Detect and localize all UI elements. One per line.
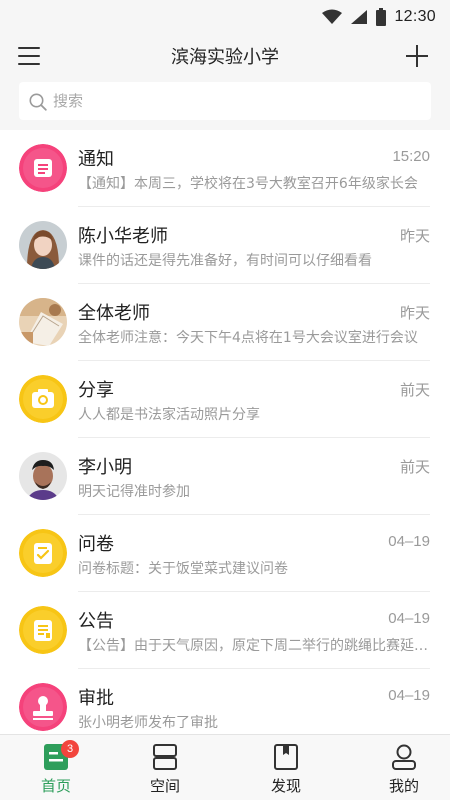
message-time: 04–19 bbox=[388, 610, 430, 627]
search-input[interactable] bbox=[53, 82, 423, 120]
avatar bbox=[19, 529, 67, 577]
message-name: 审批 bbox=[78, 688, 114, 709]
checklist-icon bbox=[19, 529, 67, 577]
signal-icon bbox=[351, 10, 368, 24]
avatar bbox=[19, 221, 67, 269]
avatar bbox=[19, 298, 67, 346]
stamp-icon bbox=[19, 683, 67, 731]
header-row: 滨海实验小学 bbox=[0, 34, 450, 78]
avatar bbox=[19, 606, 67, 654]
message-preview: 明天记得准时参加 bbox=[78, 484, 190, 500]
announcement-icon bbox=[19, 606, 67, 654]
status-bar: 12:30 bbox=[0, 0, 450, 34]
message-preview: 问卷标题：关于饭堂菜式建议问卷 bbox=[78, 561, 288, 577]
message-name: 通知 bbox=[78, 149, 114, 170]
list-item[interactable]: 审批 04–19 张小明老师发布了审批 bbox=[0, 669, 450, 734]
message-list: 通知 15:20 【通知】本周三，学校将在3号大教室召开6年级家长会 陈小华老师… bbox=[0, 130, 450, 734]
tab-label: 我的 bbox=[388, 777, 419, 795]
tab-label: 发现 bbox=[270, 777, 301, 795]
message-preview: 张小明老师发布了审批 bbox=[78, 715, 218, 731]
list-item[interactable]: 问卷 04–19 问卷标题：关于饭堂菜式建议问卷 bbox=[0, 515, 450, 592]
battery-icon bbox=[376, 8, 387, 26]
message-time: 前天 bbox=[399, 459, 430, 476]
profile-icon bbox=[392, 744, 416, 770]
user-photo-icon bbox=[19, 221, 67, 269]
message-name: 分享 bbox=[78, 380, 114, 401]
message-preview: 【公告】由于天气原因，原定下周二举行的跳绳比赛延期举行 bbox=[78, 638, 430, 654]
message-time: 昨天 bbox=[399, 305, 430, 322]
message-name: 问卷 bbox=[78, 534, 114, 555]
list-item[interactable]: 通知 15:20 【通知】本周三，学校将在3号大教室召开6年级家长会 bbox=[0, 130, 450, 207]
tab-label: 首页 bbox=[40, 777, 71, 795]
list-item[interactable]: 公告 04–19 【公告】由于天气原因，原定下周二举行的跳绳比赛延期举行 bbox=[0, 592, 450, 669]
add-button[interactable] bbox=[404, 43, 430, 69]
header: 滨海实验小学 bbox=[0, 34, 450, 130]
status-icons: 12:30 bbox=[322, 6, 436, 28]
message-time: 15:20 bbox=[392, 148, 430, 165]
document-icon bbox=[19, 144, 67, 192]
message-preview: 全体老师注意：今天下午4点将在1号大会议室进行会议 bbox=[78, 330, 418, 346]
message-preview: 人人都是书法家活动照片分享 bbox=[78, 407, 260, 423]
search-icon bbox=[29, 93, 47, 111]
tab-profile[interactable]: 我的 bbox=[348, 735, 450, 800]
discover-icon bbox=[274, 744, 298, 770]
camera-icon bbox=[19, 375, 67, 423]
message-time: 04–19 bbox=[388, 533, 430, 550]
list-item[interactable]: 李小明 前天 明天记得准时参加 bbox=[0, 438, 450, 515]
space-icon bbox=[153, 744, 177, 770]
message-time: 昨天 bbox=[399, 228, 430, 245]
avatar bbox=[19, 452, 67, 500]
group-photo-icon bbox=[19, 298, 67, 346]
bottom-nav: 3 首页 空间 发现 我的 bbox=[0, 734, 450, 800]
list-item[interactable]: 分享 前天 人人都是书法家活动照片分享 bbox=[0, 361, 450, 438]
user-photo-icon bbox=[19, 452, 67, 500]
message-time: 04–19 bbox=[388, 687, 430, 704]
message-name: 李小明 bbox=[78, 457, 132, 478]
message-name: 全体老师 bbox=[78, 303, 150, 324]
message-name: 公告 bbox=[78, 611, 114, 632]
message-preview: 课件的话还是得先准备好，有时间可以仔细看看 bbox=[78, 253, 372, 269]
avatar bbox=[19, 375, 67, 423]
avatar bbox=[19, 683, 67, 731]
tab-space[interactable]: 空间 bbox=[109, 735, 221, 800]
status-time: 12:30 bbox=[394, 8, 436, 25]
tab-home[interactable]: 3 首页 bbox=[0, 735, 112, 800]
list-item[interactable]: 陈小华老师 昨天 课件的话还是得先准备好，有时间可以仔细看看 bbox=[0, 207, 450, 284]
list-item[interactable]: 全体老师 昨天 全体老师注意：今天下午4点将在1号大会议室进行会议 bbox=[0, 284, 450, 361]
message-preview: 【通知】本周三，学校将在3号大教室召开6年级家长会 bbox=[78, 176, 418, 192]
tab-label: 空间 bbox=[149, 777, 180, 795]
tab-discover[interactable]: 发现 bbox=[230, 735, 342, 800]
wifi-icon bbox=[322, 9, 343, 24]
message-name: 陈小华老师 bbox=[78, 226, 168, 247]
avatar bbox=[19, 144, 67, 192]
search-box[interactable] bbox=[19, 82, 431, 120]
page-title: 滨海实验小学 bbox=[171, 47, 279, 68]
home-badge: 3 bbox=[61, 740, 79, 758]
message-time: 前天 bbox=[399, 382, 430, 399]
